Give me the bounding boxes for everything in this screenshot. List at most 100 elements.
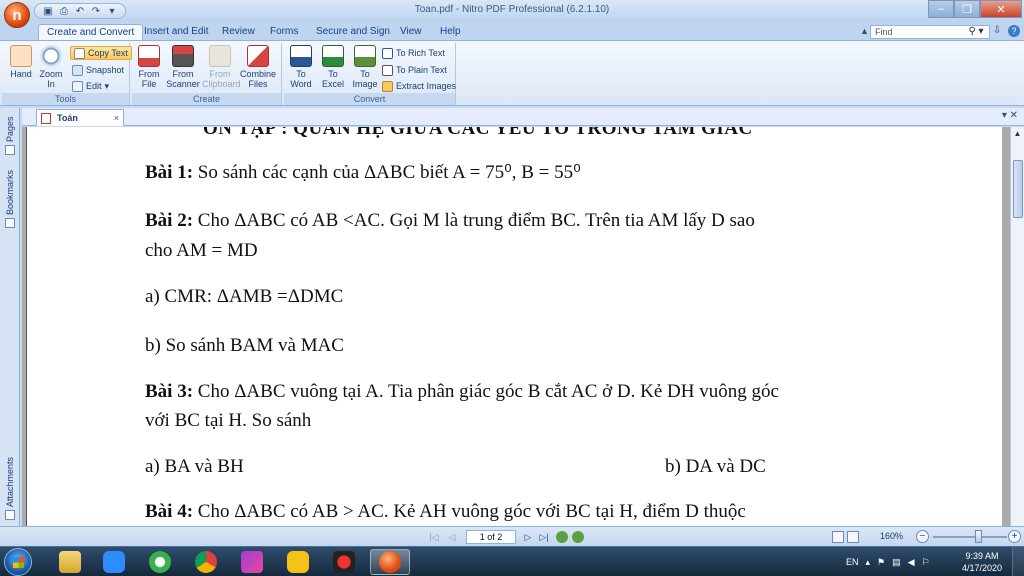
show-desktop-button[interactable] bbox=[1012, 547, 1024, 576]
restore-button[interactable]: ❐ bbox=[954, 0, 980, 18]
to-image-label: To Image bbox=[352, 69, 378, 89]
start-button[interactable] bbox=[4, 548, 32, 576]
search-icon[interactable]: ⚲ ▾ bbox=[963, 25, 989, 39]
group-tools: Hand Zoom In Copy Text Snapshot Edit ▾ T… bbox=[2, 43, 132, 105]
exercise-4-text: Cho ΔABC có AB > AC. Kẻ AH vuông góc với… bbox=[193, 501, 746, 522]
nitro-app-button[interactable]: n bbox=[4, 2, 30, 28]
close-window-button[interactable]: ✕ bbox=[980, 0, 1022, 18]
tab-help[interactable]: Help bbox=[432, 24, 469, 40]
snapshot-button[interactable]: Snapshot bbox=[72, 63, 124, 77]
action-center-icon[interactable]: ⚑ bbox=[877, 557, 885, 568]
title-bar: n ▣ ⎙ ↶ ↷ ▾ Toan.pdf - Nitro PDF Profess… bbox=[0, 0, 1024, 28]
vertical-scrollbar[interactable]: ▲ bbox=[1010, 127, 1024, 526]
back-view-icon[interactable] bbox=[556, 531, 568, 543]
taskbar-app-green[interactable] bbox=[140, 549, 180, 575]
to-excel-button[interactable]: To Excel bbox=[318, 45, 348, 89]
group-create: From File From Scanner From Clipboard Co… bbox=[132, 43, 282, 105]
exercise-3b: b) DA và DC bbox=[665, 456, 766, 477]
single-page-icon[interactable] bbox=[832, 531, 844, 543]
tab-view[interactable]: View bbox=[392, 24, 430, 40]
tray-expand-icon[interactable]: ▴ bbox=[866, 557, 871, 568]
hand-button[interactable]: Hand bbox=[6, 45, 36, 79]
side-tab-attachments[interactable]: Attachments bbox=[2, 456, 18, 524]
flag-icon[interactable]: ⚐ bbox=[922, 557, 930, 568]
taskbar-chrome[interactable] bbox=[186, 549, 226, 575]
document-tab-strip: Toán × ▾ ✕ bbox=[22, 108, 1024, 126]
app-orb-letter: n bbox=[12, 6, 22, 24]
previous-page-icon[interactable]: ◁ bbox=[446, 531, 458, 543]
zoom-out-button[interactable]: − bbox=[916, 530, 929, 543]
to-rich-text-button[interactable]: To Rich Text bbox=[382, 46, 445, 60]
tab-insert-and-edit[interactable]: Insert and Edit bbox=[136, 24, 216, 40]
minimize-ribbon-icon[interactable]: ▲ bbox=[860, 26, 869, 36]
bookmarks-icon bbox=[5, 217, 15, 228]
zoom-in-icon bbox=[40, 45, 62, 67]
taskbar-nitro-pdf[interactable] bbox=[370, 549, 410, 575]
from-clipboard-button[interactable]: From Clipboard bbox=[202, 45, 241, 89]
view-mode-icons bbox=[832, 531, 859, 543]
from-scanner-button[interactable]: From Scanner bbox=[166, 45, 200, 89]
scroll-thumb[interactable] bbox=[1013, 160, 1023, 218]
folder-icon bbox=[59, 551, 81, 573]
scroll-up-icon[interactable]: ▲ bbox=[1011, 127, 1024, 141]
edit-button[interactable]: Edit ▾ bbox=[72, 79, 109, 93]
tab-create-and-convert[interactable]: Create and Convert bbox=[38, 24, 144, 40]
taskbar-media-app[interactable] bbox=[232, 549, 272, 575]
document-tab[interactable]: Toán × bbox=[36, 109, 124, 126]
hand-label: Hand bbox=[10, 69, 32, 79]
to-word-button[interactable]: To Word bbox=[286, 45, 316, 89]
snapshot-icon bbox=[72, 64, 83, 76]
taskbar-yellow-app[interactable] bbox=[278, 549, 318, 575]
next-page-icon[interactable]: ▷ bbox=[522, 531, 534, 543]
tab-list-icon[interactable]: ▾ ✕ bbox=[1002, 110, 1018, 121]
rich-text-icon bbox=[382, 47, 393, 59]
to-plain-text-button[interactable]: To Plain Text bbox=[382, 63, 447, 77]
zoom-in-small-button[interactable]: + bbox=[1008, 530, 1021, 543]
combine-files-label: Combine Files bbox=[240, 69, 277, 89]
zoom-level[interactable]: 160% bbox=[880, 531, 903, 541]
exercise-3-continued: với BC tại H. So sánh bbox=[145, 410, 312, 431]
zoom-slider[interactable] bbox=[933, 536, 1007, 538]
help-icon[interactable]: ? bbox=[1008, 25, 1020, 37]
taskbar-file-explorer[interactable] bbox=[50, 549, 90, 575]
side-tab-attachments-label: Attachments bbox=[5, 456, 15, 508]
extract-images-icon bbox=[382, 80, 393, 92]
pdf-page: ÔN TẬP : QUAN HỆ GIỮA CÁC YẾU TỐ TRONG T… bbox=[26, 127, 1002, 526]
edit-icon bbox=[72, 80, 83, 92]
find-next-icon[interactable]: ⇩ bbox=[993, 25, 1001, 36]
exercise-3: Bài 3: Cho ΔABC vuông tại A. Tia phân gi… bbox=[145, 381, 779, 403]
window-title: Toan.pdf - Nitro PDF Professional (6.2.1… bbox=[414, 4, 610, 15]
first-page-icon[interactable]: |◁ bbox=[428, 531, 440, 543]
exercise-4-label: Bài 4: bbox=[145, 501, 194, 522]
close-tab-icon[interactable]: × bbox=[114, 113, 119, 123]
page-number-input[interactable]: 1 of 2 bbox=[466, 530, 516, 544]
to-image-button[interactable]: To Image bbox=[350, 45, 380, 89]
side-tab-bookmarks[interactable]: Bookmarks bbox=[2, 164, 18, 236]
combine-files-button[interactable]: Combine Files bbox=[240, 45, 276, 89]
exercise-3-text: Cho ΔABC vuông tại A. Tia phân giác góc … bbox=[193, 381, 779, 402]
language-indicator[interactable]: EN bbox=[846, 557, 859, 567]
network-icon[interactable]: ▤ bbox=[892, 557, 901, 568]
taskbar-zoom[interactable] bbox=[94, 549, 134, 575]
minimize-button[interactable]: – bbox=[928, 0, 954, 18]
group-label-convert: Convert bbox=[284, 93, 455, 105]
tab-forms[interactable]: Forms bbox=[262, 24, 306, 40]
chrome-icon bbox=[195, 551, 217, 573]
tab-secure-and-sign[interactable]: Secure and Sign bbox=[308, 24, 398, 40]
copy-text-button[interactable]: Copy Text bbox=[70, 46, 132, 60]
tab-review[interactable]: Review bbox=[214, 24, 263, 40]
window-controls: – ❐ ✕ bbox=[928, 0, 1022, 18]
zoom-in-button[interactable]: Zoom In bbox=[36, 45, 66, 89]
document-view[interactable]: ÔN TẬP : QUAN HỆ GIỮA CÁC YẾU TỐ TRONG T… bbox=[22, 127, 1010, 526]
forward-view-icon[interactable] bbox=[572, 531, 584, 543]
continuous-page-icon[interactable] bbox=[847, 531, 859, 543]
zoom-slider-handle[interactable] bbox=[974, 530, 982, 543]
last-page-icon[interactable]: ▷| bbox=[538, 531, 550, 543]
taskbar-clock[interactable]: 9:39 AM 4/17/2020 bbox=[958, 550, 1006, 574]
taskbar-game-app[interactable] bbox=[324, 549, 364, 575]
from-file-button[interactable]: From File bbox=[134, 45, 164, 89]
nitro-app-icon bbox=[379, 551, 401, 573]
volume-icon[interactable]: ◀ bbox=[908, 557, 915, 568]
extract-images-button[interactable]: Extract Images bbox=[382, 79, 456, 93]
side-tab-pages[interactable]: Pages bbox=[2, 112, 18, 162]
